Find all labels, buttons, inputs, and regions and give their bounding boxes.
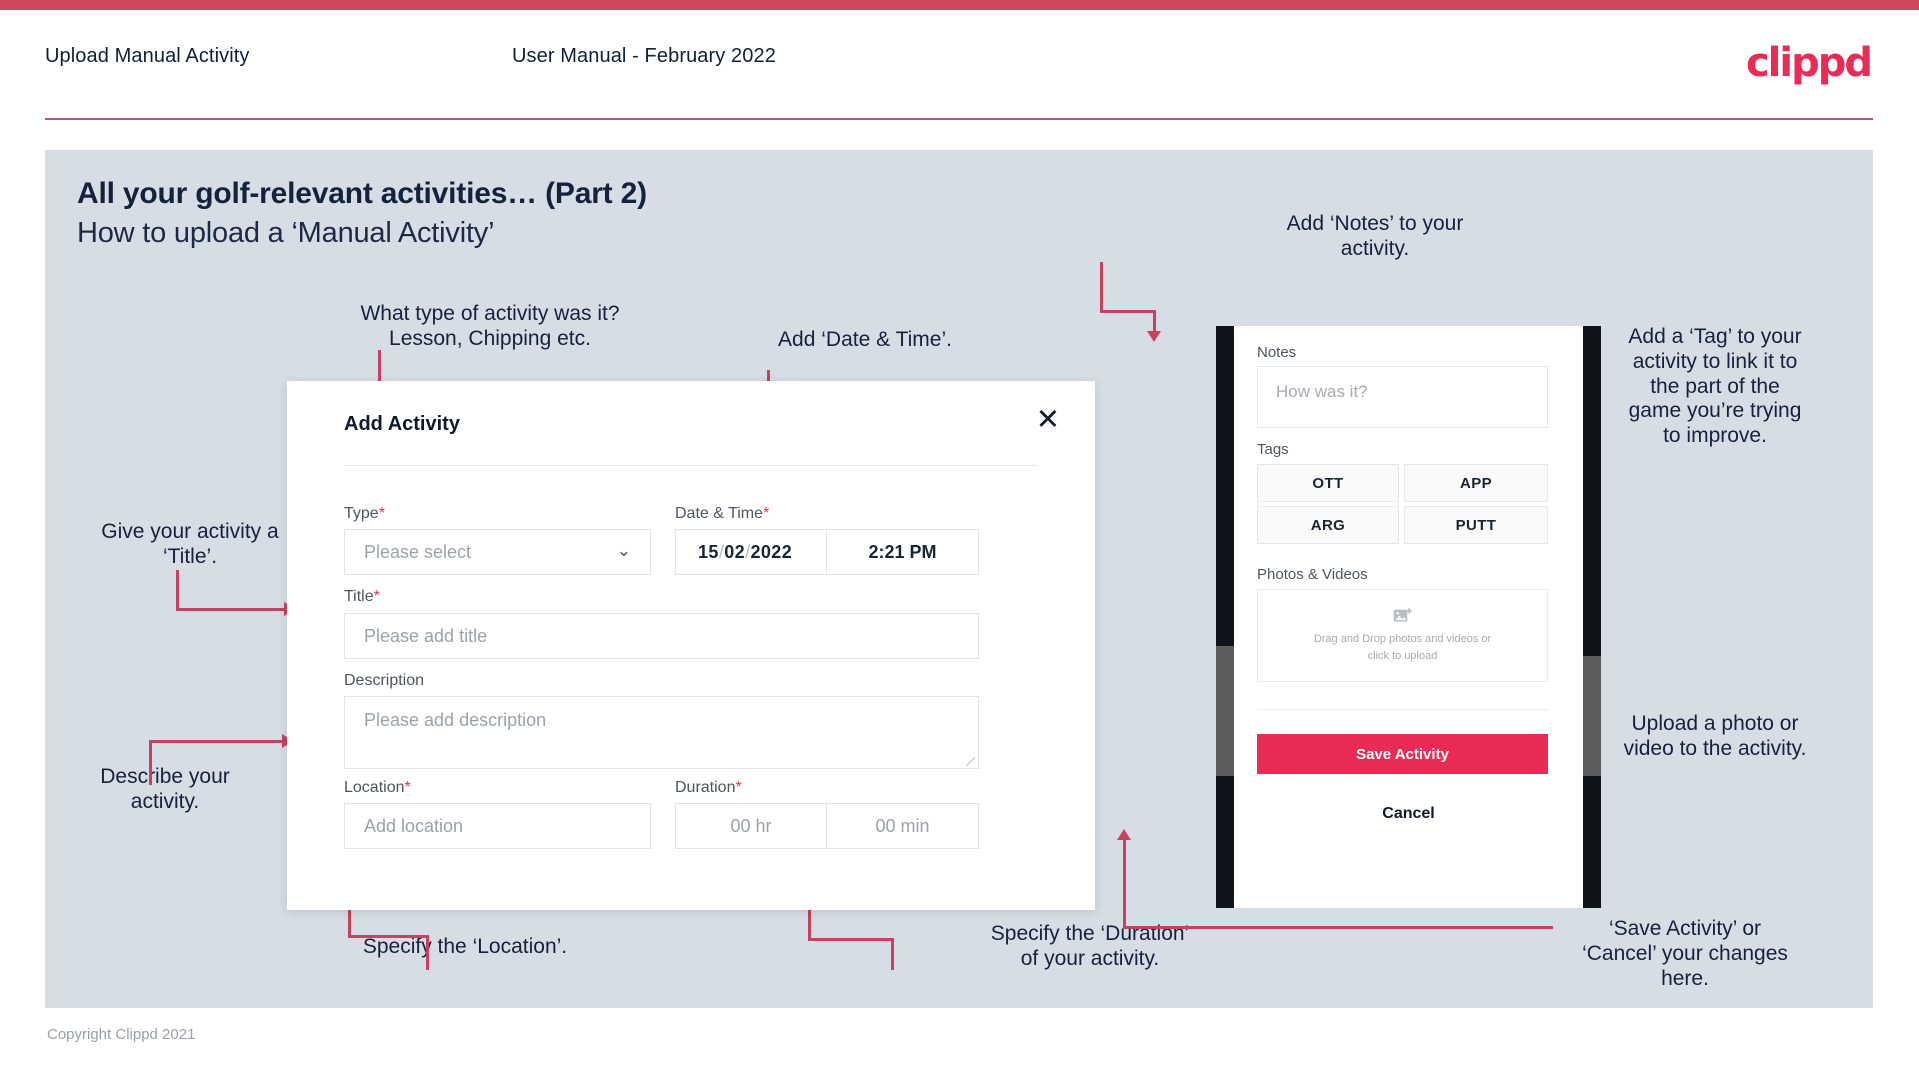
location-required-star: * bbox=[404, 779, 411, 796]
annotation-save: ‘Save Activity’ or ‘Cancel’ your changes… bbox=[1582, 917, 1788, 990]
type-select[interactable]: Please select ⌄ bbox=[344, 529, 651, 575]
date-value: 15/02/2022 bbox=[676, 542, 792, 563]
notes-label: Notes bbox=[1257, 344, 1297, 361]
slide-subtitle: How to upload a ‘Manual Activity’ bbox=[77, 217, 495, 249]
location-input[interactable]: Add location bbox=[344, 803, 651, 849]
phone-mockup: Notes How was it? Tags OTT APP ARG PUTT … bbox=[1216, 326, 1601, 908]
type-label-text: Type bbox=[344, 505, 379, 522]
header-title: Upload Manual Activity bbox=[45, 45, 250, 67]
clippd-logo: clippd bbox=[1745, 40, 1873, 86]
phone-screen: Notes How was it? Tags OTT APP ARG PUTT … bbox=[1234, 326, 1583, 908]
arrow-notes-seg1 bbox=[1100, 262, 1103, 312]
save-activity-button[interactable]: Save Activity bbox=[1257, 734, 1548, 774]
annotation-notes: Add ‘Notes’ to your activity. bbox=[1286, 212, 1464, 260]
annotation-title: Give your activity a ‘Title’. bbox=[101, 520, 279, 568]
location-label-text: Location bbox=[344, 779, 405, 796]
type-required-star: * bbox=[378, 505, 385, 522]
type-placeholder: Please select bbox=[364, 541, 472, 562]
annotation-tags: Add a ‘Tag’ to your activity to link it … bbox=[1628, 325, 1802, 448]
resize-grip-icon[interactable] bbox=[966, 757, 975, 766]
notes-placeholder: How was it? bbox=[1276, 382, 1368, 401]
header-subtitle: User Manual - February 2022 bbox=[512, 45, 776, 67]
description-placeholder: Please add description bbox=[364, 710, 547, 730]
tag-button-arg[interactable]: ARG bbox=[1257, 506, 1399, 544]
top-accent-stripe bbox=[0, 0, 1919, 10]
phone-button-right bbox=[1583, 656, 1601, 776]
dialog-title: Add Activity bbox=[344, 413, 460, 435]
title-label: Title* bbox=[344, 588, 380, 606]
date-day: 15 bbox=[698, 541, 719, 562]
arrow-desc-seg2 bbox=[149, 740, 152, 785]
location-label: Location* bbox=[344, 779, 411, 797]
photo-dropzone[interactable]: Drag and Drop photos and videos or click… bbox=[1257, 589, 1548, 682]
annotation-description: Describe your activity. bbox=[100, 765, 230, 813]
time-value: 2:21 PM bbox=[868, 541, 937, 562]
arrow-dur-seg2 bbox=[891, 938, 894, 970]
phone-divider bbox=[1257, 709, 1548, 710]
title-required-star: * bbox=[373, 588, 380, 605]
time-field[interactable]: 2:21 PM bbox=[826, 529, 979, 575]
arrow-save-seg1 bbox=[1123, 926, 1553, 929]
annotation-type: What type of activity was it? Lesson, Ch… bbox=[360, 302, 620, 350]
annotation-location: Specify the ‘Location’. bbox=[362, 935, 568, 958]
date-year: 2022 bbox=[750, 541, 793, 562]
phone-button-left bbox=[1216, 646, 1234, 776]
arrow-title-seg2 bbox=[176, 608, 286, 611]
arrow-notes-seg2 bbox=[1100, 310, 1155, 313]
tag-button-putt[interactable]: PUTT bbox=[1404, 506, 1548, 544]
description-textarea[interactable]: Please add description bbox=[344, 696, 979, 769]
arrow-save-head bbox=[1117, 829, 1131, 840]
date-month: 02 bbox=[724, 541, 746, 562]
tag-button-app[interactable]: APP bbox=[1404, 464, 1548, 502]
arrow-dur-seg1 bbox=[808, 938, 893, 941]
dropzone-text-line1: Drag and Drop photos and videos or bbox=[1313, 633, 1492, 645]
datetime-required-star: * bbox=[763, 505, 770, 522]
duration-minutes-input[interactable]: 00 min bbox=[826, 803, 979, 849]
arrow-loc-seg1 bbox=[348, 935, 428, 938]
duration-minutes-value: 00 min bbox=[875, 815, 930, 836]
duration-hours-input[interactable]: 00 hr bbox=[675, 803, 827, 849]
phone-bezel-left bbox=[1216, 326, 1234, 908]
date-field[interactable]: 15/02/2022 bbox=[675, 529, 859, 575]
duration-hours-value: 00 hr bbox=[730, 815, 772, 836]
dropzone-text-line2: click to upload bbox=[1367, 649, 1438, 662]
header-divider bbox=[45, 118, 1873, 120]
add-activity-dialog: Add Activity ✕ Type* Please select ⌄ Dat… bbox=[287, 381, 1095, 910]
arrow-save-seg2 bbox=[1123, 840, 1126, 928]
tag-button-ott[interactable]: OTT bbox=[1257, 464, 1399, 502]
title-input[interactable]: Please add title bbox=[344, 613, 979, 659]
dialog-divider bbox=[344, 465, 1038, 466]
arrow-dur-seg3 bbox=[808, 908, 811, 939]
annotation-datetime: Add ‘Date & Time’. bbox=[778, 328, 952, 351]
arrow-title-seg1 bbox=[176, 570, 179, 610]
annotation-duration: Specify the ‘Duration’ of your activity. bbox=[990, 922, 1190, 970]
type-label: Type* bbox=[344, 505, 385, 523]
duration-label-text: Duration bbox=[675, 779, 736, 796]
datetime-label-text: Date & Time bbox=[675, 505, 764, 522]
title-placeholder: Please add title bbox=[364, 625, 488, 646]
notes-input[interactable]: How was it? bbox=[1257, 366, 1548, 428]
phone-bezel-right bbox=[1583, 326, 1601, 908]
location-placeholder: Add location bbox=[364, 815, 464, 836]
title-label-text: Title bbox=[344, 588, 374, 605]
description-label: Description bbox=[344, 672, 424, 690]
tags-label: Tags bbox=[1257, 441, 1289, 458]
photos-label: Photos & Videos bbox=[1257, 566, 1368, 583]
cancel-button[interactable]: Cancel bbox=[1234, 805, 1583, 823]
duration-label: Duration* bbox=[675, 779, 742, 797]
description-label-text: Description bbox=[344, 672, 425, 689]
arrow-desc-seg1 bbox=[149, 740, 284, 743]
arrow-notes-head bbox=[1147, 331, 1161, 342]
add-image-icon bbox=[1393, 607, 1413, 624]
annotation-photos: Upload a photo or video to the activity. bbox=[1623, 712, 1807, 760]
close-icon[interactable]: ✕ bbox=[1036, 405, 1060, 434]
chevron-down-icon: ⌄ bbox=[616, 541, 631, 561]
copyright-text: Copyright Clippd 2021 bbox=[47, 1026, 196, 1043]
duration-required-star: * bbox=[735, 779, 742, 796]
arrow-notes-seg3 bbox=[1153, 310, 1156, 333]
arrow-loc-seg2 bbox=[426, 935, 429, 970]
slide-title: All your golf-relevant activities… (Part… bbox=[77, 177, 647, 210]
slide-page: Upload Manual Activity User Manual - Feb… bbox=[0, 0, 1919, 1079]
datetime-label: Date & Time* bbox=[675, 505, 769, 523]
